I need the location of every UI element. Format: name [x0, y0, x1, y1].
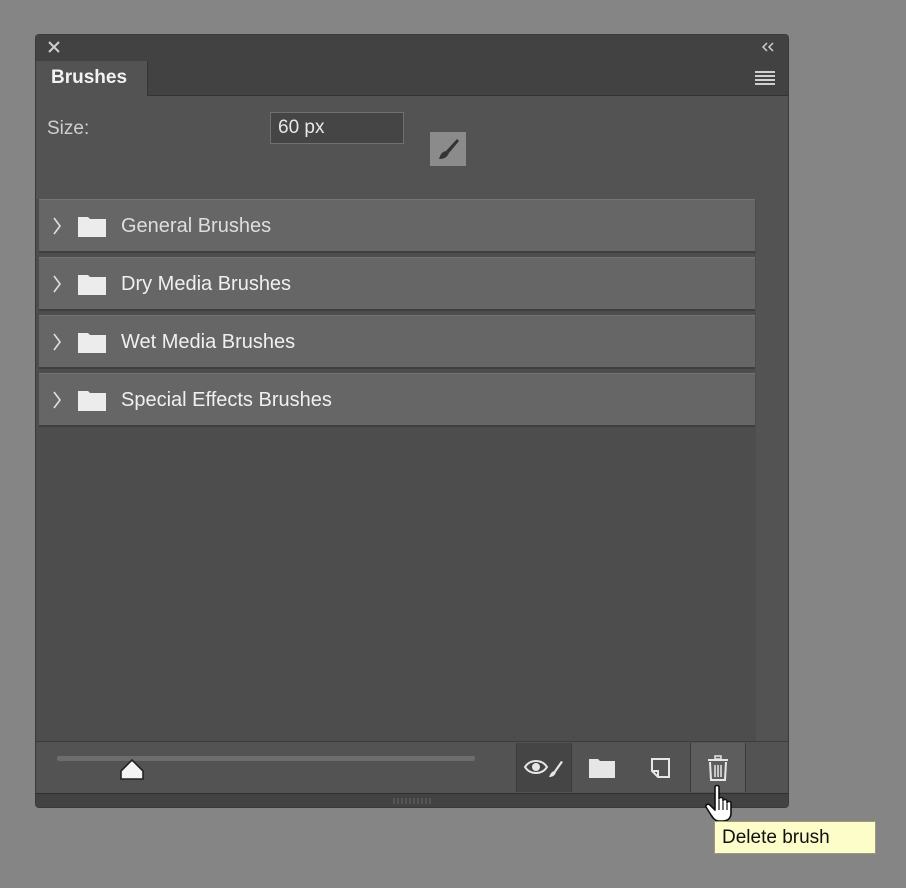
chevron-right-icon[interactable] — [51, 216, 63, 236]
new-page-icon — [651, 757, 670, 778]
tooltip: Delete brush — [714, 821, 876, 854]
toggle-brush-stroke-preview-button[interactable] — [516, 743, 572, 792]
new-group-button[interactable] — [574, 743, 630, 792]
chevron-right-icon[interactable] — [51, 274, 63, 294]
size-label: Size: — [47, 118, 90, 139]
panel-footer — [36, 741, 788, 793]
hand-pointer-cursor-icon — [705, 784, 732, 822]
collapse-panel-icon[interactable] — [760, 40, 776, 54]
chevron-right-icon[interactable] — [51, 390, 63, 410]
folder-icon — [589, 758, 615, 778]
brush-group-wet-media[interactable]: Wet Media Brushes — [39, 315, 755, 369]
trash-icon — [708, 754, 728, 781]
panel-resize-handle[interactable] — [36, 793, 788, 807]
eye-brush-icon — [523, 759, 563, 777]
paintbrush-icon — [439, 139, 459, 159]
tab-row: Brushes — [36, 61, 788, 96]
folder-icon — [78, 391, 106, 411]
grip-icon — [393, 798, 431, 804]
folder-icon — [78, 333, 106, 353]
preview-size-slider-thumb[interactable] — [119, 759, 145, 781]
close-icon[interactable] — [46, 39, 62, 55]
brush-group-label: Wet Media Brushes — [121, 331, 296, 353]
brushes-panel: Brushes Size: 60 px General Brushes Dry … — [35, 34, 789, 808]
folder-icon — [78, 217, 106, 237]
chevron-right-icon[interactable] — [51, 332, 63, 352]
brush-group-dry-media[interactable]: Dry Media Brushes — [39, 257, 755, 311]
brush-group-label: Dry Media Brushes — [121, 273, 292, 295]
size-input[interactable]: 60 px — [270, 112, 404, 144]
folder-icon — [78, 275, 106, 295]
brush-list: General Brushes Dry Media Brushes Wet Me… — [36, 199, 788, 741]
panel-menu-icon[interactable] — [754, 70, 776, 86]
panel-titlebar[interactable] — [36, 35, 788, 61]
brush-settings-button[interactable] — [430, 132, 466, 166]
new-brush-button[interactable] — [632, 743, 688, 792]
brush-group-special-effects[interactable]: Special Effects Brushes — [39, 373, 755, 427]
size-controls: Size: 60 px — [36, 96, 788, 224]
brush-group-label: Special Effects Brushes — [121, 389, 332, 411]
scrollbar-gutter[interactable] — [756, 199, 788, 741]
brush-group-general[interactable]: General Brushes — [39, 199, 755, 253]
brush-group-label: General Brushes — [121, 215, 272, 237]
tab-brushes[interactable]: Brushes — [36, 61, 148, 96]
